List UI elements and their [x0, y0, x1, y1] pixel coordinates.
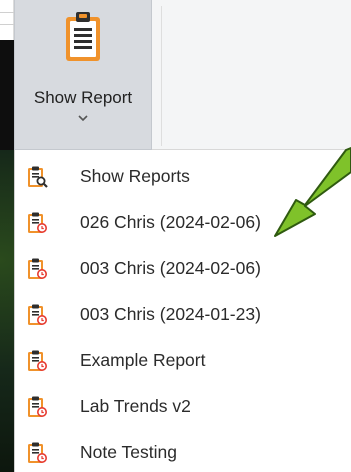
report-clock-icon — [28, 396, 47, 417]
menu-item-report[interactable]: 003 Chris (2024-01-23) — [15, 293, 351, 335]
menu-item-label: Note Testing — [80, 442, 177, 462]
menu-item-label: 003 Chris (2024-01-23) — [80, 304, 261, 324]
report-clock-icon — [28, 258, 47, 279]
menu-item-report[interactable]: Note Testing — [15, 431, 351, 472]
report-clock-icon — [28, 304, 47, 325]
menu-item-report[interactable]: 026 Chris (2024-02-06) — [15, 201, 351, 243]
chevron-down-icon[interactable] — [75, 113, 91, 125]
menu-item-label: 026 Chris (2024-02-06) — [80, 212, 261, 232]
menu-item-label: 003 Chris (2024-02-06) — [80, 258, 261, 278]
show-report-dropdown-menu: Show Reports 026 Chris (2024-02-06) 003 … — [14, 150, 351, 472]
show-report-button[interactable]: Show Report — [14, 0, 152, 150]
background-corner — [0, 40, 14, 150]
show-report-label: Show Report — [33, 88, 133, 107]
menu-item-label: Example Report — [80, 350, 206, 370]
report-clock-icon — [28, 212, 47, 233]
menu-item-report[interactable]: Example Report — [15, 339, 351, 381]
menu-item-show-reports[interactable]: Show Reports — [15, 155, 351, 197]
menu-item-label: Lab Trends v2 — [80, 396, 191, 416]
report-clock-icon — [28, 350, 47, 371]
clipboard-report-icon — [66, 12, 100, 61]
report-search-icon — [28, 166, 48, 188]
menu-item-label: Show Reports — [80, 166, 190, 186]
ribbon-left-strip — [0, 0, 14, 40]
ribbon-toolbar: Show Report — [0, 0, 351, 150]
menu-item-report[interactable]: Lab Trends v2 — [15, 385, 351, 427]
ribbon-separator — [161, 6, 162, 146]
report-clock-icon — [28, 442, 47, 463]
menu-item-report[interactable]: 003 Chris (2024-02-06) — [15, 247, 351, 289]
